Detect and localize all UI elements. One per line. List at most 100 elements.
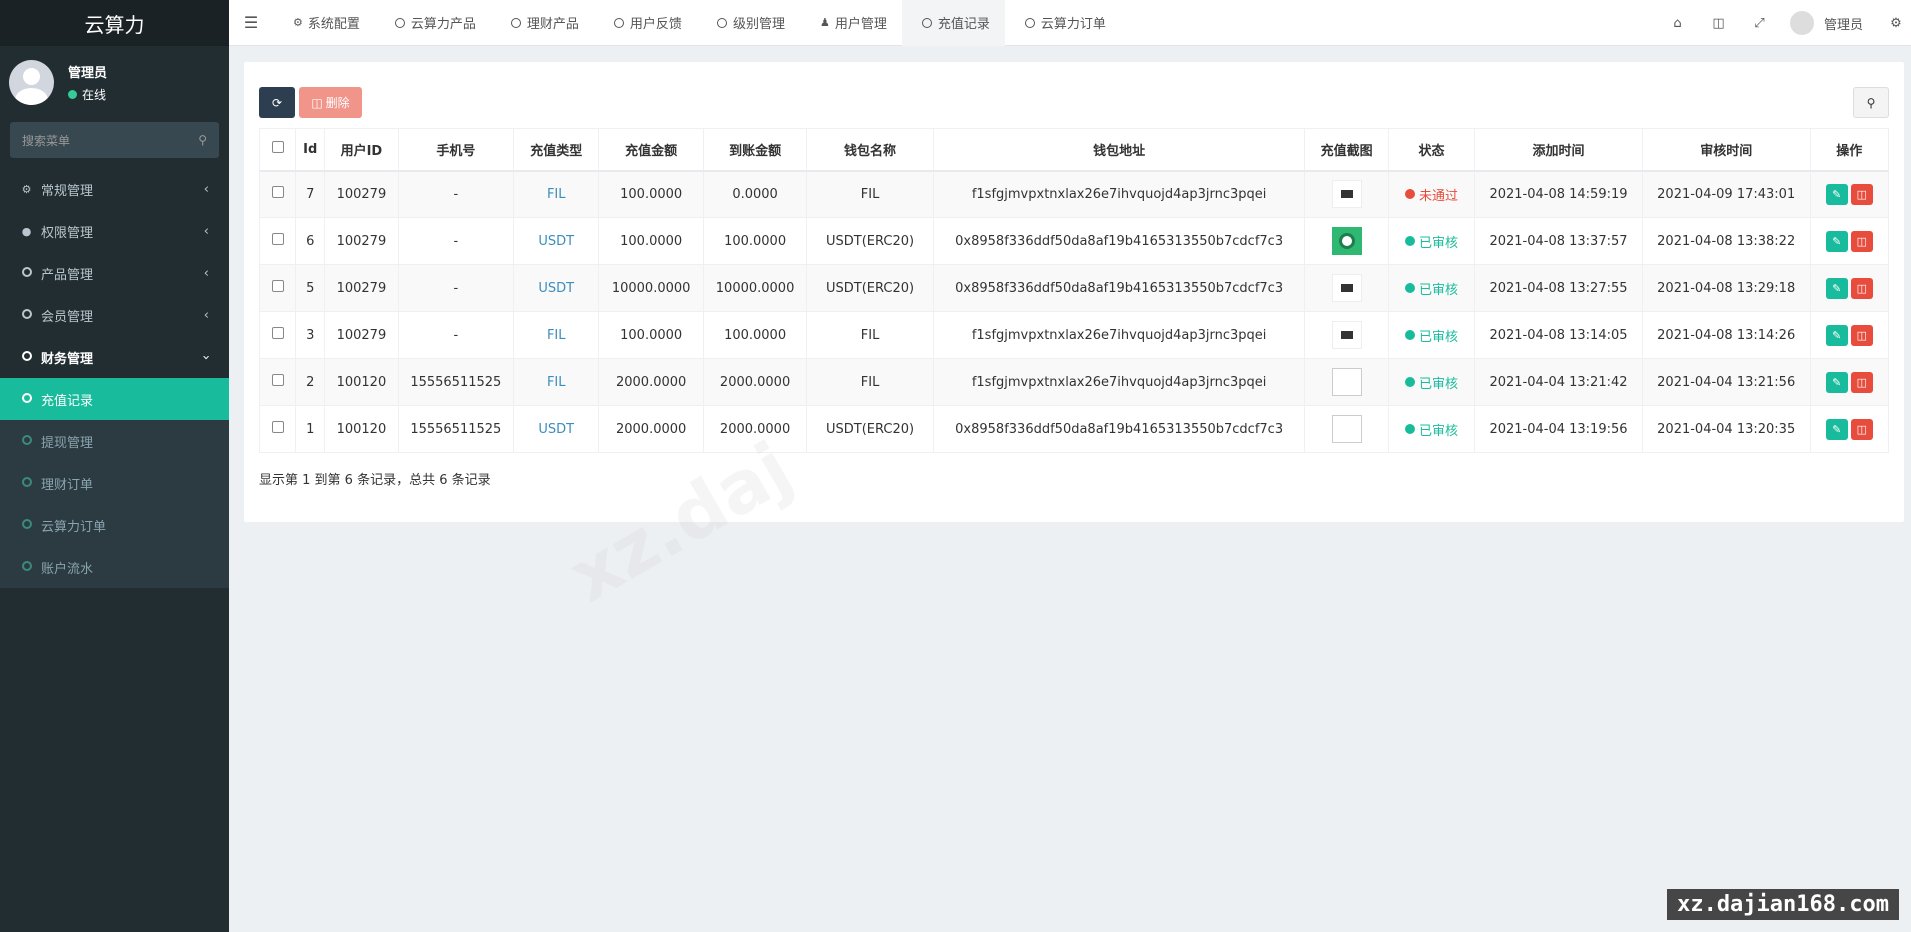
- row-checkbox[interactable]: [271, 374, 284, 386]
- row-checkbox[interactable]: [271, 280, 284, 292]
- cell-id: 3: [295, 311, 326, 359]
- delete-row-button[interactable]: ◫: [1850, 183, 1873, 205]
- column-header[interactable]: 到账金额: [702, 128, 808, 172]
- tab-users[interactable]: ♟ 用户管理: [800, 0, 902, 46]
- cell-amount: 2000.0000: [598, 405, 704, 453]
- cell-status: 已审核: [1387, 264, 1476, 312]
- screenshot-thumbnail[interactable]: [1331, 415, 1362, 443]
- sidebar-item-products[interactable]: 产品管理 ‹: [0, 252, 229, 294]
- cell-id: 1: [295, 405, 326, 453]
- tab-feedback[interactable]: 用户反馈: [594, 0, 697, 46]
- app-logo[interactable]: 云算力: [0, 0, 229, 46]
- trash-icon: ◫: [311, 95, 323, 110]
- sidebar-item-withdraw[interactable]: 提现管理: [0, 420, 229, 462]
- sidebar-item-finance[interactable]: 财务管理 ‹: [0, 336, 229, 378]
- column-header[interactable]: 状态: [1387, 128, 1476, 172]
- delete-row-button[interactable]: ◫: [1850, 277, 1873, 299]
- avatar[interactable]: [1789, 11, 1814, 35]
- cell-address: 0x8958f336ddf50da8af19b4165313550b7cdcf7…: [932, 264, 1306, 312]
- column-header[interactable]: 充值截图: [1304, 128, 1389, 172]
- tab-wealth-products[interactable]: 理财产品: [491, 0, 594, 46]
- menu-search-input[interactable]: 搜索菜单 ⚲: [10, 122, 219, 158]
- recharge-type-link[interactable]: USDT: [538, 281, 574, 296]
- recharge-type-link[interactable]: USDT: [538, 234, 574, 249]
- recharge-type-link[interactable]: FIL: [547, 328, 566, 343]
- column-header[interactable]: 钱包名称: [806, 128, 934, 172]
- screenshot-thumbnail[interactable]: [1331, 227, 1362, 255]
- cell-type: FIL: [513, 358, 600, 406]
- column-header[interactable]: 钱包地址: [932, 128, 1306, 172]
- cell-actions: ✎ ◫: [1809, 170, 1890, 218]
- sidebar-item-general[interactable]: ⚙ 常规管理 ‹: [0, 168, 229, 210]
- cell-added-time: 2021-04-08 13:14:05: [1474, 311, 1643, 359]
- fullscreen-icon[interactable]: ⤢: [1739, 16, 1780, 31]
- recharge-type-link[interactable]: FIL: [547, 187, 566, 202]
- cogs-icon: ⚙: [21, 182, 32, 196]
- search-icon: ⚲: [1866, 95, 1876, 110]
- tab-cloud-orders[interactable]: 云算力订单: [1005, 0, 1121, 46]
- row-checkbox[interactable]: [271, 327, 284, 339]
- sidebar: 云算力 管理员 在线 搜索菜单 ⚲ ⚙ 常规管理 ‹ ● 权限管理 ‹ 产品管理…: [0, 0, 229, 932]
- sidebar-item-wealth-orders[interactable]: 理财订单: [0, 462, 229, 504]
- admin-name[interactable]: 管理员: [1824, 14, 1863, 33]
- settings-icon[interactable]: ⚙: [1881, 16, 1911, 31]
- delete-button[interactable]: ◫ 删除: [299, 87, 362, 118]
- screenshot-thumbnail[interactable]: [1331, 368, 1362, 396]
- edit-button[interactable]: ✎: [1825, 371, 1848, 393]
- select-all-checkbox[interactable]: [271, 141, 284, 154]
- status-text: 已审核: [1418, 329, 1458, 345]
- tab-recharge[interactable]: 充值记录: [901, 0, 1005, 46]
- group-icon: ●: [21, 224, 32, 238]
- sidebar-item-account-flow[interactable]: 账户流水: [0, 546, 229, 588]
- screenshot-thumbnail[interactable]: [1331, 274, 1362, 302]
- column-header[interactable]: Id: [295, 128, 326, 172]
- tab-levels[interactable]: 级别管理: [697, 0, 800, 46]
- tab-label: 云算力产品: [410, 17, 476, 32]
- edit-button[interactable]: ✎: [1825, 230, 1848, 252]
- delete-row-button[interactable]: ◫: [1850, 371, 1873, 393]
- screenshot-thumbnail[interactable]: [1331, 321, 1362, 349]
- column-header[interactable]: 充值类型: [513, 128, 600, 172]
- row-checkbox[interactable]: [271, 421, 284, 433]
- delete-row-button[interactable]: ◫: [1850, 324, 1873, 346]
- column-header[interactable]: 手机号: [397, 128, 515, 172]
- tab-cloud-products[interactable]: 云算力产品: [375, 0, 491, 46]
- circle-icon: [1024, 17, 1035, 28]
- cell-amount: 100.0000: [598, 217, 704, 265]
- edit-button[interactable]: ✎: [1825, 183, 1848, 205]
- search-button[interactable]: ⚲: [1853, 87, 1889, 118]
- screenshot-thumbnail[interactable]: [1331, 180, 1362, 209]
- edit-button[interactable]: ✎: [1825, 324, 1848, 346]
- sidebar-item-members[interactable]: 会员管理 ‹: [0, 294, 229, 336]
- column-header[interactable]: 用户ID: [324, 128, 399, 172]
- cell-amount: 10000.0000: [598, 264, 704, 312]
- cell-credited: 100.0000: [702, 217, 808, 265]
- row-checkbox[interactable]: [271, 186, 284, 199]
- cell-wallet: FIL: [806, 358, 934, 406]
- column-header[interactable]: 添加时间: [1474, 128, 1643, 172]
- sidebar-item-recharge[interactable]: 充值记录: [0, 378, 229, 420]
- delete-row-button[interactable]: ◫: [1850, 230, 1873, 252]
- cell-status: 已审核: [1387, 405, 1476, 453]
- cell-actions: ✎ ◫: [1809, 217, 1890, 265]
- column-header[interactable]: 审核时间: [1641, 128, 1811, 172]
- gear-icon: ⚙: [293, 16, 303, 29]
- cell-actions: ✎ ◫: [1809, 405, 1890, 453]
- edit-button[interactable]: ✎: [1825, 277, 1848, 299]
- home-icon[interactable]: ⌂: [1657, 16, 1698, 31]
- recharge-type-link[interactable]: USDT: [538, 422, 574, 437]
- recharge-type-link[interactable]: FIL: [547, 375, 566, 390]
- row-checkbox[interactable]: [271, 233, 284, 245]
- tab-label: 云算力订单: [1040, 17, 1106, 32]
- delete-row-button[interactable]: ◫: [1850, 418, 1873, 440]
- menu-toggle-icon[interactable]: ☰: [229, 13, 273, 32]
- trash-icon[interactable]: ◫: [1698, 16, 1739, 31]
- refresh-button[interactable]: ⟳: [259, 87, 295, 118]
- tab-system-config[interactable]: ⚙ 系统配置: [273, 0, 375, 46]
- column-header[interactable]: 充值金额: [598, 128, 704, 172]
- cell-actions: ✎ ◫: [1809, 311, 1890, 359]
- cell-status: 未通过: [1387, 170, 1476, 218]
- sidebar-item-cloud-orders[interactable]: 云算力订单: [0, 504, 229, 546]
- sidebar-item-auth[interactable]: ● 权限管理 ‹: [0, 210, 229, 252]
- edit-button[interactable]: ✎: [1825, 418, 1848, 440]
